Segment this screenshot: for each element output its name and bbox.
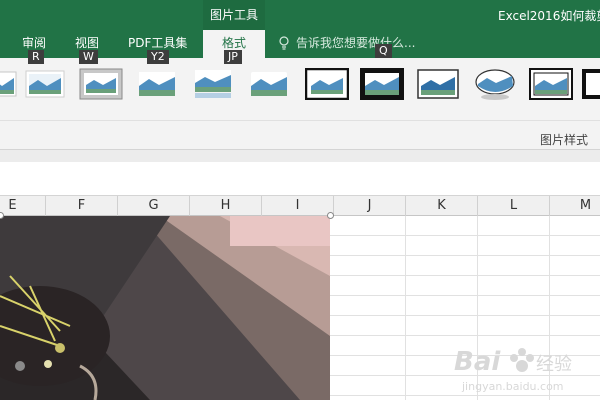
picture-style-thumbnail[interactable] xyxy=(529,68,573,100)
keytip-format: JP xyxy=(224,50,242,64)
keytip-tell-me: Q xyxy=(375,44,392,58)
column-header-i[interactable]: I xyxy=(262,196,334,216)
column-header-e[interactable]: E xyxy=(0,196,46,216)
picture-styles-gallery xyxy=(0,62,600,114)
ribbon-divider xyxy=(0,120,600,121)
picture-style-thumbnail[interactable] xyxy=(416,68,460,100)
column-header-k[interactable]: K xyxy=(406,196,478,216)
column-header-j[interactable]: J xyxy=(334,196,406,216)
picture-style-thumbnail[interactable] xyxy=(191,68,235,100)
keytip-view: W xyxy=(79,50,98,64)
picture-content xyxy=(0,216,330,400)
tab-review[interactable]: 审阅 xyxy=(22,34,46,51)
picture-styles-group-label: 图片样式 xyxy=(540,133,589,147)
keytip-review: R xyxy=(28,50,44,64)
picture-style-thumbnail[interactable] xyxy=(135,68,179,100)
column-header-m[interactable]: M xyxy=(550,196,600,216)
column-header-g[interactable]: G xyxy=(118,196,190,216)
picture-style-thumbnail[interactable] xyxy=(247,68,291,100)
watermark-brand-suffix: 经验 xyxy=(536,354,572,375)
context-group-title: 图片工具 xyxy=(209,8,258,22)
picture-style-thumbnail[interactable] xyxy=(0,68,22,100)
picture-style-thumbnail[interactable] xyxy=(473,68,517,100)
picture-style-thumbnail-selected[interactable] xyxy=(79,68,123,100)
paw-icon xyxy=(510,348,534,372)
picture-style-thumbnail[interactable] xyxy=(305,68,349,100)
baidu-jingyan-watermark: Bai 经验 jingyan.baidu.com xyxy=(454,347,572,393)
picture-style-thumbnail[interactable] xyxy=(360,68,404,100)
column-header-h[interactable]: H xyxy=(190,196,262,216)
selection-handle[interactable] xyxy=(327,212,334,219)
inserted-picture[interactable] xyxy=(0,216,330,400)
tell-me-search[interactable]: 告诉我您想要做什么... xyxy=(296,34,415,51)
keytip-pdf-tools: Y2 xyxy=(147,50,169,64)
picture-style-thumbnail[interactable] xyxy=(581,68,600,100)
lightbulb-icon xyxy=(279,36,289,50)
document-title: Excel2016如何裁剪 xyxy=(498,9,600,23)
ribbon: 图片样式 xyxy=(0,58,600,150)
column-header-l[interactable]: L xyxy=(478,196,550,216)
tab-pdf-tools[interactable]: PDF工具集 xyxy=(128,34,187,51)
picture-style-thumbnail[interactable] xyxy=(23,68,67,100)
formula-bar-top-band xyxy=(0,150,600,162)
watermark-url: jingyan.baidu.com xyxy=(461,380,564,393)
grid-column-line xyxy=(405,216,406,400)
watermark-brand: Bai xyxy=(454,347,501,377)
tab-view[interactable]: 视图 xyxy=(75,34,99,51)
column-header-f[interactable]: F xyxy=(46,196,118,216)
